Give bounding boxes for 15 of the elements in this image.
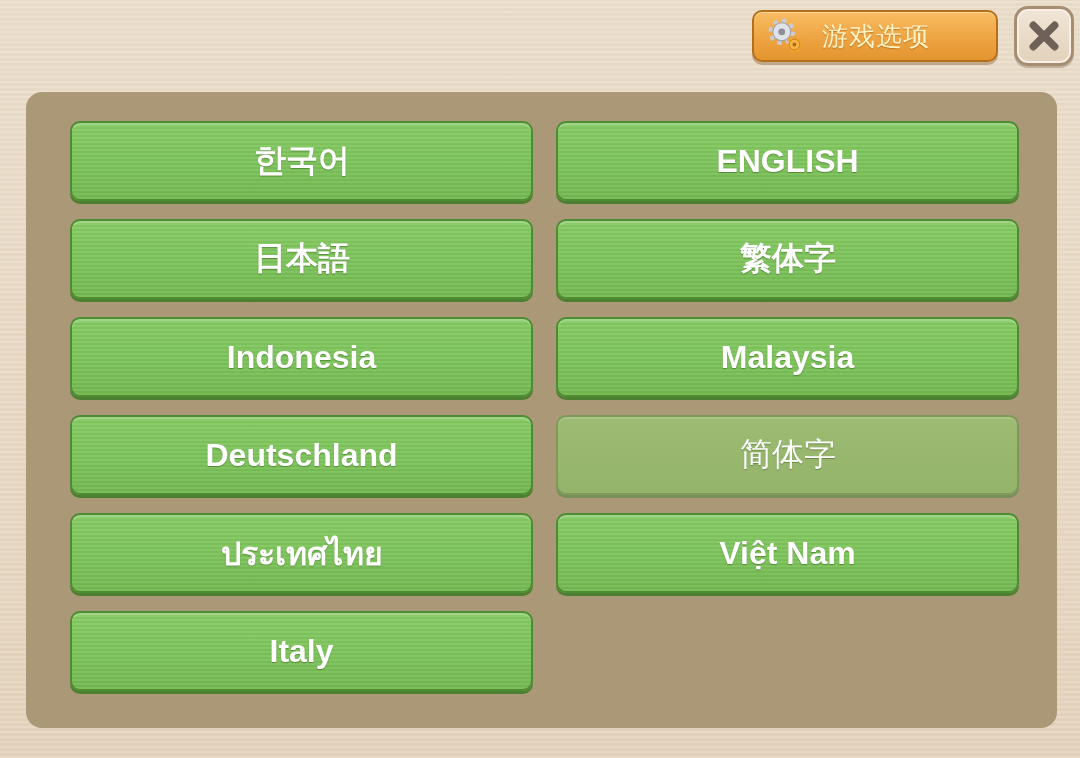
close-button[interactable] — [1014, 6, 1074, 66]
language-button[interactable]: 한국어 — [70, 121, 533, 201]
language-button[interactable]: Deutschland — [70, 415, 533, 495]
language-button[interactable]: 繁体字 — [556, 219, 1019, 299]
language-button[interactable]: Indonesia — [70, 317, 533, 397]
language-button[interactable]: 简体字 — [556, 415, 1019, 495]
game-options-button[interactable]: 游戏选项 — [752, 10, 998, 62]
language-button[interactable]: ENGLISH — [556, 121, 1019, 201]
language-button[interactable]: Malaysia — [556, 317, 1019, 397]
language-button[interactable]: ประเทศไทย — [70, 513, 533, 593]
close-icon — [1028, 20, 1060, 52]
gears-icon — [768, 18, 804, 54]
language-button[interactable]: Việt Nam — [556, 513, 1019, 593]
language-button[interactable]: 日本語 — [70, 219, 533, 299]
language-button[interactable]: Italy — [70, 611, 533, 691]
